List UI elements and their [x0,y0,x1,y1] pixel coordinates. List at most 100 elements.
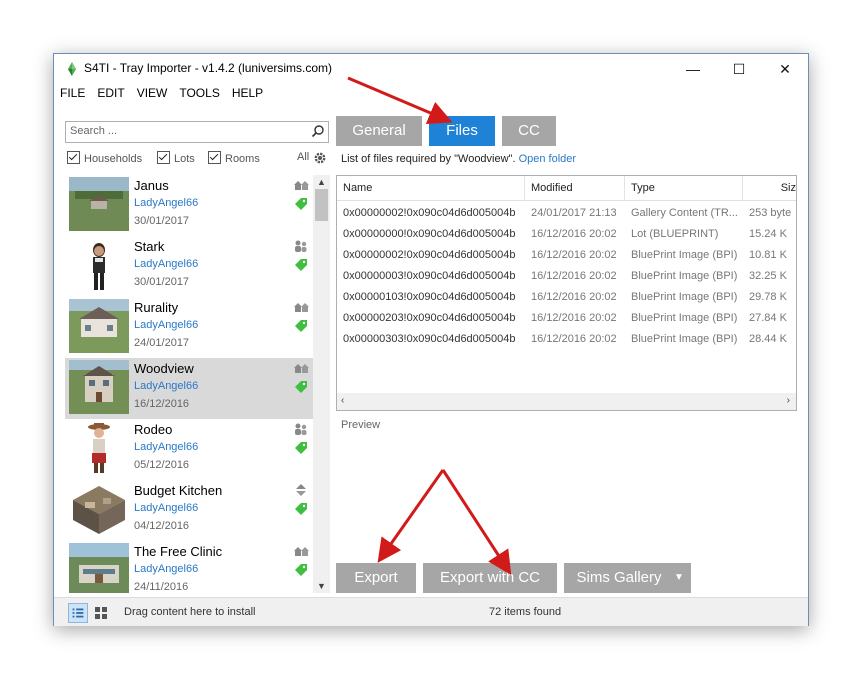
item-name: Budget Kitchen [134,483,223,498]
filter-rooms-label: Rooms [225,153,260,165]
cell-modified: 16/12/2016 20:02 [531,291,617,303]
title-bar: S4TI - Tray Importer - v1.4.2 (luniversi… [54,54,808,84]
list-view-icon[interactable] [68,603,88,623]
scroll-left-icon[interactable]: ‹ [341,395,344,406]
files-table[interactable]: Name Modified Type Siz 0x00000002!0x090c… [336,175,797,411]
item-name: Woodview [134,361,194,376]
filter-rooms[interactable]: Rooms [208,151,260,165]
item-author[interactable]: LadyAngel66 [134,563,198,575]
cell-modified: 16/12/2016 20:02 [531,228,617,240]
menu-help[interactable]: HELP [226,84,269,100]
export-button[interactable]: Export [336,563,416,593]
search-icon[interactable] [311,124,325,138]
list-item[interactable]: The Free Clinic LadyAngel66 24/11/2016 [65,541,313,593]
list-scroll-thumb[interactable] [315,189,328,221]
app-window: S4TI - Tray Importer - v1.4.2 (luniversi… [53,53,809,626]
checkbox-lots[interactable] [157,151,170,164]
scroll-up-icon[interactable]: ▲ [313,177,330,187]
item-author[interactable]: LadyAngel66 [134,502,198,514]
list-item[interactable]: Stark LadyAngel66 30/01/2017 [65,236,313,297]
type-filters: Households Lots Rooms All [67,151,329,167]
list-item[interactable]: Rurality LadyAngel66 24/01/2017 [65,297,313,358]
table-row[interactable]: 0x00000203!0x090c04d6d005004b 16/12/2016 … [337,308,796,329]
scroll-right-icon[interactable]: › [787,395,790,406]
cell-modified: 16/12/2016 20:02 [531,333,617,345]
list-item[interactable]: Janus LadyAngel66 30/01/2017 [65,175,313,236]
sims-gallery-dropdown-icon[interactable]: ▼ [667,563,691,593]
table-header: Name Modified Type Siz [337,176,796,201]
item-author[interactable]: LadyAngel66 [134,441,198,453]
table-row[interactable]: 0x00000002!0x090c04d6d005004b 16/12/2016 … [337,245,796,266]
cell-modified: 16/12/2016 20:02 [531,312,617,324]
list-scrollbar[interactable]: ▲ ▼ [313,175,330,593]
item-date: 24/11/2016 [134,581,189,593]
menu-file[interactable]: FILE [54,84,91,100]
cell-modified: 16/12/2016 20:02 [531,270,617,282]
item-name: Rurality [134,300,179,315]
tab-cc[interactable]: CC [502,116,556,146]
checkbox-rooms[interactable] [208,151,221,164]
cell-modified: 16/12/2016 20:02 [531,249,617,261]
tab-files[interactable]: Files [429,116,495,146]
item-date: 04/12/2016 [134,520,190,532]
item-author[interactable]: LadyAngel66 [134,319,198,331]
sims-gallery-button[interactable]: Sims Gallery [564,563,674,593]
list-item[interactable]: Rodeo LadyAngel66 05/12/2016 [65,419,313,480]
room-thumbnail [69,482,129,536]
household-type-icon [295,240,307,252]
minimize-button[interactable]: — [670,54,716,84]
open-folder-link[interactable]: Open folder [519,153,576,165]
table-hscrollbar[interactable]: ‹ › [337,393,796,410]
grid-view-icon[interactable] [91,603,111,623]
tray-item-list[interactable]: Janus LadyAngel66 30/01/2017 Stark LadyA… [65,175,313,593]
table-row[interactable]: 0x00000103!0x090c04d6d005004b 16/12/2016 … [337,287,796,308]
export-with-cc-button[interactable]: Export with CC [423,563,557,593]
column-name[interactable]: Name [337,176,525,200]
items-count: 72 items found [489,606,562,618]
lot-type-icon [294,547,309,556]
cell-type: BluePrint Image (BPI) [631,270,738,282]
item-name: Stark [134,239,165,254]
list-item-selected[interactable]: Woodview LadyAngel66 16/12/2016 [65,358,313,419]
lot-thumbnail [69,177,129,231]
cc-tag-icon [295,381,307,393]
filter-households-label: Households [84,153,143,165]
cell-type: BluePrint Image (BPI) [631,291,738,303]
item-author[interactable]: LadyAngel66 [134,380,198,392]
table-row[interactable]: 0x00000002!0x090c04d6d005004b 24/01/2017 … [337,203,796,224]
list-item[interactable]: Budget Kitchen LadyAngel66 04/12/2016 [65,480,313,541]
cell-name: 0x00000203!0x090c04d6d005004b [343,312,516,324]
filter-lots[interactable]: Lots [157,151,195,165]
table-row[interactable]: 0x00000003!0x090c04d6d005004b 16/12/2016 … [337,266,796,287]
cell-type: Gallery Content (TR... [631,207,738,219]
cell-name: 0x00000000!0x090c04d6d005004b [343,228,516,240]
item-date: 30/01/2017 [134,215,190,227]
item-author[interactable]: LadyAngel66 [134,197,198,209]
item-name: Janus [134,178,169,193]
item-date: 24/01/2017 [134,337,190,349]
column-modified[interactable]: Modified [525,176,625,200]
cell-type: Lot (BLUEPRINT) [631,228,719,240]
item-author[interactable]: LadyAngel66 [134,258,198,270]
cc-tag-icon [295,503,307,515]
household-thumbnail [69,421,129,475]
close-button[interactable]: ✕ [762,54,808,84]
gear-icon[interactable] [313,151,327,165]
filter-all[interactable]: All [297,151,309,163]
menu-tools[interactable]: TOOLS [173,84,225,100]
table-row[interactable]: 0x00000303!0x090c04d6d005004b 16/12/2016 … [337,329,796,350]
column-size[interactable]: Siz [743,176,796,200]
menu-edit[interactable]: EDIT [91,84,130,100]
household-type-icon [295,423,307,435]
table-row[interactable]: 0x00000000!0x090c04d6d005004b 16/12/2016 … [337,224,796,245]
menu-bar: FILE EDIT VIEW TOOLS HELP [54,84,808,104]
scroll-down-icon[interactable]: ▼ [313,581,330,591]
column-type[interactable]: Type [625,176,743,200]
filter-households[interactable]: Households [67,151,142,165]
tab-general[interactable]: General [336,116,422,146]
search-input[interactable]: Search ... [65,121,329,143]
menu-view[interactable]: VIEW [131,84,174,100]
cell-size: 253 byte [749,207,792,219]
maximize-button[interactable]: ☐ [716,54,762,84]
checkbox-households[interactable] [67,151,80,164]
